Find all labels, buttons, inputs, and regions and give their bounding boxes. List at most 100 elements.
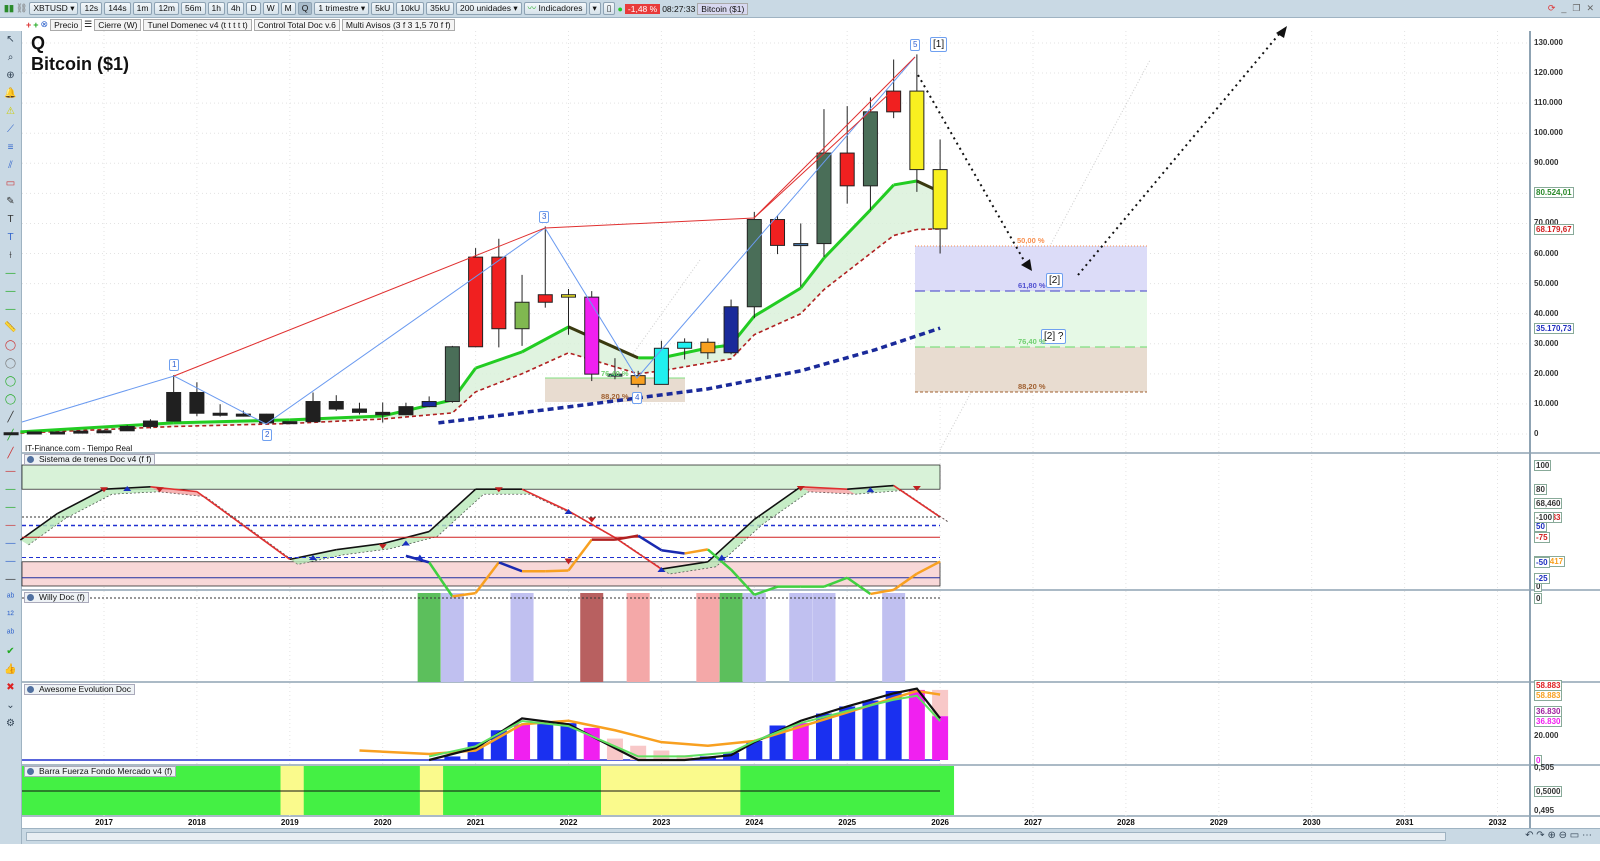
wave-label-3: 3 (539, 211, 550, 223)
fib-618: 61,80 % (1018, 281, 1046, 290)
awesome-tick: 58.883 (1534, 689, 1563, 701)
oscillator-line (568, 510, 616, 539)
candle-body (212, 412, 228, 416)
awesome-tick: 36.830 (1534, 716, 1563, 728)
trend-fill (429, 489, 484, 537)
chart-canvas[interactable] (0, 0, 1600, 861)
candle-body (142, 420, 158, 427)
year-label: 2019 (280, 818, 299, 827)
price-tick: 120.000 (1534, 68, 1563, 78)
barra-tick: 0,5000 (1534, 786, 1563, 797)
candle-body (584, 296, 600, 375)
willy-tick: 0 (1534, 593, 1543, 604)
candle-body (746, 219, 762, 308)
wave-label-1: 1 (169, 359, 180, 371)
panel-title-barra[interactable]: Barra Fuerza Fondo Mercado v4 (f) (24, 766, 177, 777)
candle-body (770, 219, 786, 246)
year-label: 2031 (1395, 818, 1414, 827)
histogram-bar (537, 721, 554, 760)
wave-label-1-major: [1] (930, 37, 948, 52)
price-tick: 130.000 (1534, 37, 1563, 47)
price-tick: 100.000 (1534, 128, 1563, 138)
candle-body (932, 169, 948, 230)
willy-line-segment (545, 569, 569, 573)
scroll-thumb[interactable] (26, 832, 1446, 841)
candle-body (862, 111, 878, 187)
year-label: 2024 (745, 818, 764, 827)
data-source: IT-Finance.com - Tiempo Real (25, 444, 133, 453)
willy-zone (510, 593, 534, 682)
willy-tick: -100 (1534, 512, 1555, 523)
willy-tick: -25 (1534, 572, 1550, 584)
price-tick: 0 (1534, 429, 1539, 438)
willy-tick: -75 (1534, 532, 1550, 544)
candle-body (561, 294, 576, 298)
oscillator-line (521, 488, 569, 512)
panel-title-willy[interactable]: Willy Doc (f) (24, 592, 89, 603)
year-label: 2029 (1209, 818, 1228, 827)
price-tick: 90.000 (1534, 158, 1559, 168)
trend-fill (20, 513, 66, 545)
horizontal-scrollbar[interactable]: ↶ ↷ ⊕ ⊖ ▭ ⋯ (22, 828, 1600, 844)
wave-label-4: 4 (632, 392, 643, 404)
main-letter: Q (31, 33, 46, 53)
candle-body (26, 431, 42, 435)
oversold-zone (21, 561, 941, 587)
year-label: 2021 (466, 818, 485, 827)
oscillator-line (242, 524, 291, 561)
wave-label-5: 5 (910, 39, 921, 51)
willy-zone (742, 593, 766, 682)
histogram-bar (514, 724, 531, 760)
year-label: 2017 (95, 818, 113, 827)
willy-zone (812, 593, 836, 682)
willy-zone (789, 593, 813, 682)
year-label: 2018 (187, 818, 206, 827)
candle-body (653, 347, 669, 385)
panel-title-awesome[interactable]: Awesome Evolution Doc (24, 684, 135, 695)
oscillator-line (753, 486, 802, 521)
candle-body (73, 430, 89, 434)
price-tick: 20.000 (1534, 368, 1559, 378)
candle-body (189, 391, 205, 414)
trend-fill (382, 531, 438, 549)
year-label: 2020 (373, 818, 392, 827)
candle-body (537, 294, 553, 303)
wave-label-2-major: [2] (1046, 273, 1064, 288)
fib-small-882: 88,20 % (601, 392, 629, 401)
candle-body (282, 421, 298, 425)
candle-body (491, 256, 507, 330)
zoom-controls[interactable]: ↶ ↷ ⊕ ⊖ ▭ ⋯ (1525, 830, 1592, 841)
fib-50: 50,00 % (1017, 236, 1045, 245)
oscillator-line (196, 490, 244, 527)
year-label: 2027 (1024, 818, 1042, 827)
sell-arrow-icon (587, 517, 596, 523)
year-label: 2028 (1116, 818, 1135, 827)
willy-zone (417, 593, 441, 682)
panel-title-sistema[interactable]: Sistema de trenes Doc v4 (f f) (24, 454, 156, 465)
main-title: Bitcoin ($1) (31, 54, 130, 74)
year-label: 2022 (559, 818, 578, 827)
price-tick: 35.170,73 (1534, 323, 1574, 335)
histogram-bar (932, 716, 949, 760)
candle-body (444, 346, 460, 403)
fib-882: 88,20 % (1018, 382, 1046, 391)
willy-zone (696, 593, 720, 682)
candle-body (375, 411, 391, 416)
price-tick: 110.000 (1534, 98, 1563, 108)
willy-zone (719, 593, 743, 682)
candle-body (119, 425, 135, 432)
willy-zone (580, 593, 604, 682)
price-tick: 68.179,67 (1534, 223, 1574, 235)
candle-body (700, 341, 716, 354)
fib-764: 76,40 % (1018, 337, 1046, 346)
willy-zone (440, 593, 464, 682)
candle-body (677, 341, 693, 349)
trend-fill (754, 486, 809, 525)
willy-zone (882, 593, 906, 682)
candle-body (305, 401, 321, 423)
price-tick: 80.524,01 (1534, 186, 1574, 198)
wave-label-2: 2 (262, 429, 273, 441)
willy-line-segment (637, 534, 663, 552)
price-tick: 60.000 (1534, 248, 1559, 258)
candle-body (3, 432, 19, 436)
